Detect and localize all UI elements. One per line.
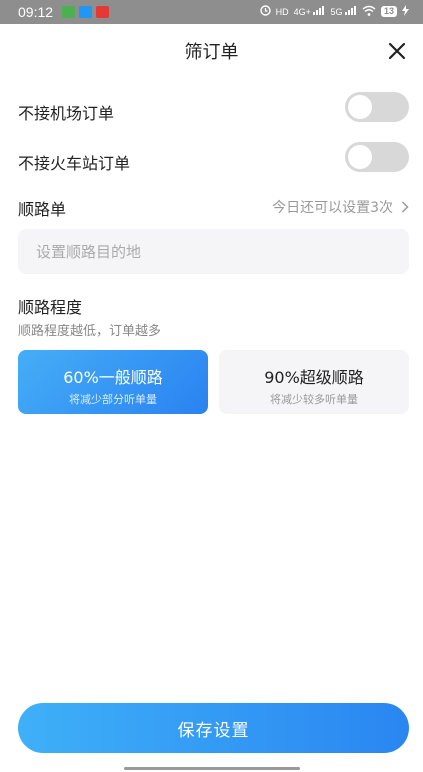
status-indicators: HD 4G+ 5G 13	[259, 5, 409, 18]
option-90-percent[interactable]: 90%超级顺路 将减少较多听单量	[219, 350, 409, 414]
route-degree-title: 顺路程度	[18, 298, 83, 317]
hd-icon: HD	[275, 6, 289, 17]
signal-5g-icon: 5G	[330, 6, 357, 17]
no-station-toggle[interactable]	[345, 142, 409, 172]
video-app-icon	[79, 6, 92, 18]
battery-icon: 13	[380, 6, 397, 17]
no-station-label: 不接火车站订单	[18, 154, 131, 173]
message-app-icon	[96, 6, 109, 18]
option-desc: 将减少部分听单量	[69, 393, 157, 406]
route-degree-subtitle: 顺路程度越低，订单越多	[18, 324, 162, 339]
save-settings-button[interactable]: 保存设置	[18, 703, 409, 753]
status-bar: 09:12 HD 4G+ 5G 13	[0, 0, 423, 24]
no-airport-label: 不接机场订单	[18, 104, 115, 123]
page-title: 筛订单	[184, 42, 239, 63]
option-title: 60%一般顺路	[63, 368, 163, 387]
route-order-hint-link[interactable]: 今日还可以设置3次	[272, 197, 409, 217]
no-airport-toggle[interactable]	[345, 92, 409, 122]
signal-4g-icon: 4G+	[294, 6, 326, 17]
charging-icon	[402, 5, 409, 18]
destination-input[interactable]	[18, 229, 409, 274]
alarm-icon	[259, 5, 271, 18]
toggle-knob	[348, 145, 372, 169]
status-time: 09:12	[18, 4, 54, 20]
signal-5g-label: 5G	[330, 7, 343, 17]
close-button[interactable]	[383, 37, 411, 65]
close-icon	[388, 42, 406, 60]
home-indicator[interactable]	[124, 767, 300, 770]
route-order-label: 顺路单	[18, 200, 67, 219]
option-60-percent[interactable]: 60%一般顺路 将减少部分听单量	[18, 350, 208, 414]
option-title: 90%超级顺路	[264, 368, 364, 387]
app-notification-icon	[62, 6, 75, 18]
page-header: 筛订单	[0, 24, 423, 78]
option-desc: 将减少较多听单量	[270, 393, 358, 406]
route-order-hint: 今日还可以设置3次	[272, 200, 393, 216]
chevron-right-icon	[401, 201, 409, 213]
wifi-icon	[362, 5, 376, 18]
toggle-knob	[348, 95, 372, 119]
signal-4g-label: 4G+	[293, 7, 311, 17]
